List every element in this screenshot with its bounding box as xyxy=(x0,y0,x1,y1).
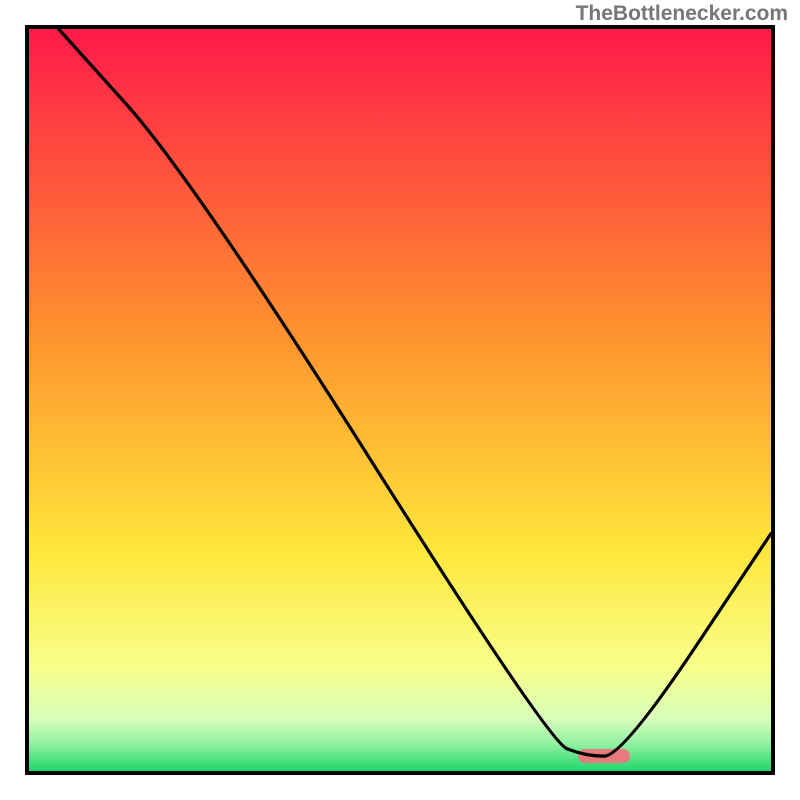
chart-frame xyxy=(25,25,775,775)
chart-container: TheBottlenecker.com xyxy=(0,0,800,800)
watermark-text: TheBottlenecker.com xyxy=(576,2,788,26)
curve-line xyxy=(29,29,771,771)
